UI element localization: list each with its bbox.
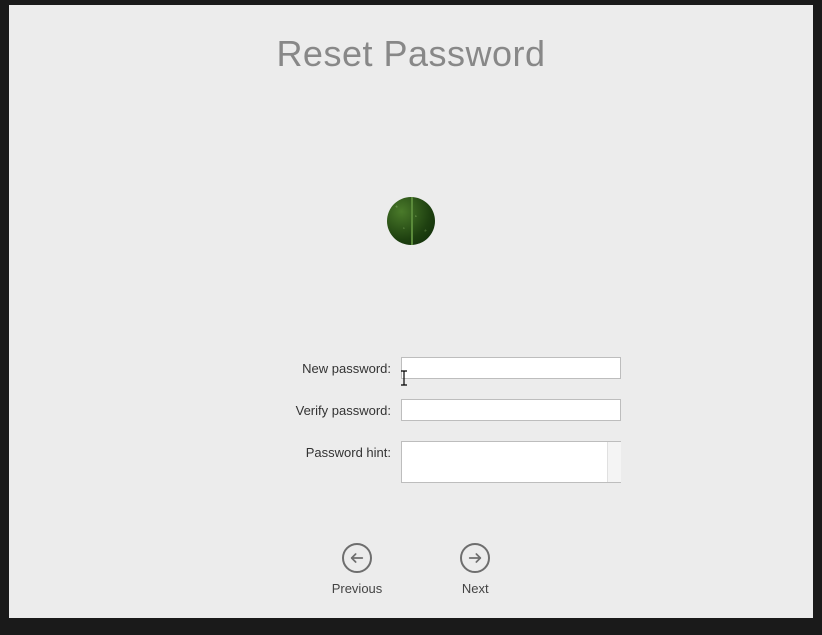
user-avatar — [387, 197, 435, 245]
next-label: Next — [462, 581, 489, 596]
page-title: Reset Password — [9, 5, 813, 75]
verify-password-input[interactable] — [401, 399, 621, 421]
previous-button[interactable]: Previous — [332, 543, 383, 596]
reset-password-window: Reset Password New password: Verify pass… — [9, 5, 813, 618]
password-form: New password: Verify password: Password … — [9, 357, 813, 508]
hint-scrollbar[interactable] — [607, 442, 621, 482]
arrow-left-icon — [342, 543, 372, 573]
navigation-buttons: Previous Next — [9, 543, 813, 596]
password-hint-row: Password hint: — [9, 441, 813, 488]
arrow-right-icon — [460, 543, 490, 573]
next-button[interactable]: Next — [460, 543, 490, 596]
new-password-row: New password: — [9, 357, 813, 379]
verify-password-label: Verify password: — [201, 399, 401, 418]
previous-label: Previous — [332, 581, 383, 596]
verify-password-row: Verify password: — [9, 399, 813, 421]
password-hint-label: Password hint: — [201, 441, 401, 460]
new-password-input[interactable] — [401, 357, 621, 379]
new-password-label: New password: — [201, 357, 401, 376]
password-hint-wrapper — [401, 441, 621, 488]
password-hint-input[interactable] — [401, 441, 621, 483]
